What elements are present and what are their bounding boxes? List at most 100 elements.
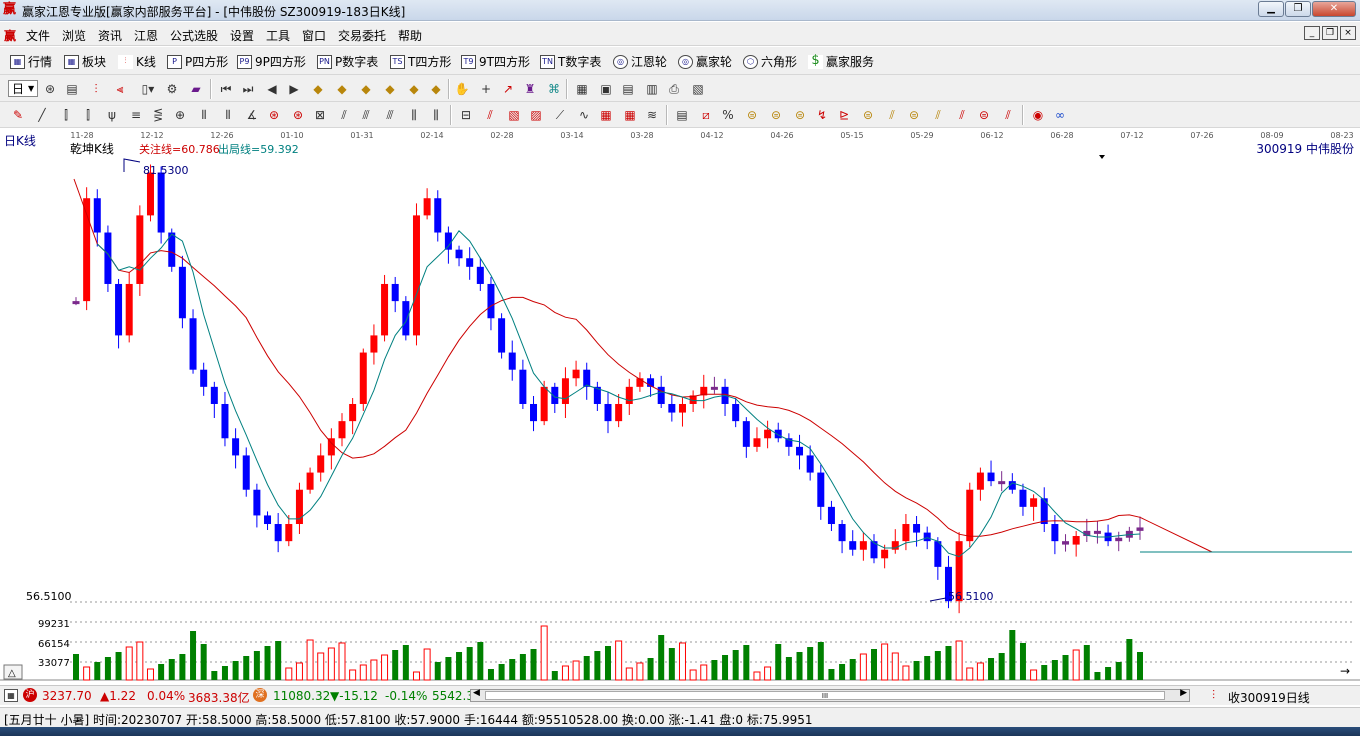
zoom-reset-icon[interactable]: ◆	[428, 81, 444, 97]
globe-icon[interactable]: ◉	[1030, 107, 1046, 123]
zoom-out-icon[interactable]: ◆	[334, 81, 350, 97]
wave-icon[interactable]: ∿	[576, 107, 592, 123]
arrow-icon[interactable]: ↯	[814, 107, 830, 123]
time4-icon[interactable]: ⫼	[428, 107, 444, 123]
ruler-icon[interactable]: ▤	[674, 107, 690, 123]
time3-icon[interactable]: ⫼	[406, 107, 422, 123]
menu-help[interactable]: 帮助	[398, 27, 422, 44]
level-icon[interactable]: ⊜	[744, 107, 760, 123]
level3-icon[interactable]: ⊜	[792, 107, 808, 123]
rect-icon[interactable]: ⊟	[458, 107, 474, 123]
channel-icon[interactable]: ⋚	[150, 107, 166, 123]
pattern-icon[interactable]: ♜	[522, 81, 538, 97]
menu-window[interactable]: 窗口	[302, 27, 326, 44]
zoom-down-icon[interactable]: ◆	[382, 81, 398, 97]
menu-formula[interactable]: 公式选股	[170, 27, 218, 44]
mdi-restore-button[interactable]: ❐	[1322, 26, 1338, 40]
arrow2-icon[interactable]: ⊵	[836, 107, 852, 123]
level8-icon[interactable]: ⫽	[954, 107, 970, 123]
gann-grid-icon[interactable]: ⊠	[312, 107, 328, 123]
line-icon[interactable]: ╱	[34, 107, 50, 123]
infinity-icon[interactable]: ∞	[1052, 107, 1068, 123]
lines-icon[interactable]: ≋	[644, 107, 660, 123]
scroll-left-icon[interactable]: ◀	[473, 688, 480, 698]
percent-icon[interactable]: %	[720, 107, 736, 123]
settings-icon[interactable]: ⚙	[164, 81, 180, 97]
fork-icon[interactable]: ψ	[104, 107, 120, 123]
fib-icon[interactable]: ≡	[128, 107, 144, 123]
level4-icon[interactable]: ⊜	[860, 107, 876, 123]
level9-icon[interactable]: ⊜	[976, 107, 992, 123]
calculator-icon[interactable]: ▥	[644, 81, 660, 97]
hand-icon[interactable]: ✋	[454, 81, 470, 97]
right-icon[interactable]: ▶	[286, 81, 302, 97]
grid3-icon[interactable]: ▦	[622, 107, 638, 123]
bar-type-icon[interactable]: ⫷	[112, 81, 128, 97]
speed-icon[interactable]: ⫽	[336, 107, 352, 123]
zoom-fit-icon[interactable]: ◆	[406, 81, 422, 97]
export-icon[interactable]: ▧	[690, 81, 706, 97]
toolbar-9psquare-button[interactable]: P9 9P四方形	[237, 53, 306, 70]
period-select[interactable]: 日 ▼	[8, 80, 39, 97]
mdi-minimize-button[interactable]: _	[1304, 26, 1320, 40]
print-icon[interactable]: ⎙	[666, 81, 682, 97]
table-icon[interactable]: ▦	[4, 689, 18, 702]
level7-icon[interactable]: ⫽	[930, 107, 946, 123]
level6-icon[interactable]: ⊜	[906, 107, 922, 123]
toolbar-9tsquare-button[interactable]: T9 9T四方形	[461, 53, 530, 70]
level2-icon[interactable]: ⊜	[768, 107, 784, 123]
spiral-icon[interactable]: ▧	[506, 107, 522, 123]
arc-icon[interactable]: ⫽	[482, 107, 498, 123]
scan-icon[interactable]: ⌘	[546, 81, 562, 97]
table-icon[interactable]: ▣	[598, 81, 614, 97]
ray-icon[interactable]: ⟋	[552, 107, 568, 123]
calendar-icon[interactable]: ▦	[574, 81, 590, 97]
time2-icon[interactable]: ⫻	[382, 107, 398, 123]
report-icon[interactable]: ▤	[620, 81, 636, 97]
indicator-icon[interactable]: ▰	[188, 81, 204, 97]
last-icon[interactable]: ⏭	[240, 81, 256, 97]
toolbar-gann-wheel-button[interactable]: ◎ 江恩轮	[613, 53, 667, 70]
scroll-right-icon[interactable]: ▶	[1180, 688, 1187, 698]
toolbar-quotes-button[interactable]: ▦ 行情	[10, 53, 52, 70]
toolbar-tnumber-button[interactable]: TN T数字表	[540, 53, 601, 70]
toolbar-psquare-button[interactable]: P P四方形	[167, 53, 228, 70]
kline-chart-area[interactable]: 11-28 12-12 12-26 01-10 01-31 02-14 02-28 03-14…	[0, 129, 1360, 684]
pen-icon[interactable]: ✎	[10, 107, 26, 123]
toolbar-tsquare-button[interactable]: TS T四方形	[390, 53, 451, 70]
toolbar-service-button[interactable]: $ 赢家服务	[808, 53, 874, 70]
cycle-icon[interactable]: ⦀	[196, 107, 212, 123]
circle-icon[interactable]: ⊕	[172, 107, 188, 123]
toolbar-pnumber-button[interactable]: PN P数字表	[317, 53, 378, 70]
mdi-close-button[interactable]: ×	[1340, 26, 1356, 40]
level10-icon[interactable]: ⫽	[1000, 107, 1016, 123]
toolbar-kline-button[interactable]: ⫶ K线	[118, 53, 156, 70]
trend-icon[interactable]: ↗	[500, 81, 516, 97]
draw-tool-icon[interactable]: ⊛	[42, 81, 58, 97]
gann-box-icon[interactable]: ⊛	[290, 107, 306, 123]
left-icon[interactable]: ◀	[264, 81, 280, 97]
chart-type-select[interactable]: ▯▾	[140, 81, 156, 97]
toolbar-sectors-button[interactable]: ▦ 板块	[64, 53, 106, 70]
menu-gann[interactable]: 江恩	[134, 27, 158, 44]
fan2-icon[interactable]: ⫿	[80, 107, 96, 123]
menu-browse[interactable]: 浏览	[62, 27, 86, 44]
first-icon[interactable]: ⏮	[218, 81, 234, 97]
toolbar-hexagon-button[interactable]: ⬡ 六角形	[743, 53, 797, 70]
cycle2-icon[interactable]: ⦀	[220, 107, 236, 123]
maximize-button[interactable]: ❐	[1285, 1, 1311, 17]
grid2-icon[interactable]: ▦	[598, 107, 614, 123]
horizontal-scrollbar[interactable]: ◀ III ▶	[470, 688, 1190, 702]
scroll-right-icon[interactable]: →	[1340, 664, 1350, 678]
menu-settings[interactable]: 设置	[230, 27, 254, 44]
time-icon[interactable]: ⫻	[358, 107, 374, 123]
kline-chart-svg[interactable]: 11-28 12-12 12-26 01-10 01-31 02-14 02-28 03-14…	[0, 129, 1360, 684]
document-icon[interactable]: ▤	[64, 81, 80, 97]
gann-fan-icon[interactable]: ⊛	[266, 107, 282, 123]
toolbar-winner-wheel-button[interactable]: ◎ 赢家轮	[678, 53, 732, 70]
menu-file[interactable]: 文件	[26, 27, 50, 44]
zoom-up-icon[interactable]: ◆	[358, 81, 374, 97]
minimize-button[interactable]: ▁	[1258, 1, 1284, 17]
menu-trade[interactable]: 交易委托	[338, 27, 386, 44]
level5-icon[interactable]: ⫽	[884, 107, 900, 123]
